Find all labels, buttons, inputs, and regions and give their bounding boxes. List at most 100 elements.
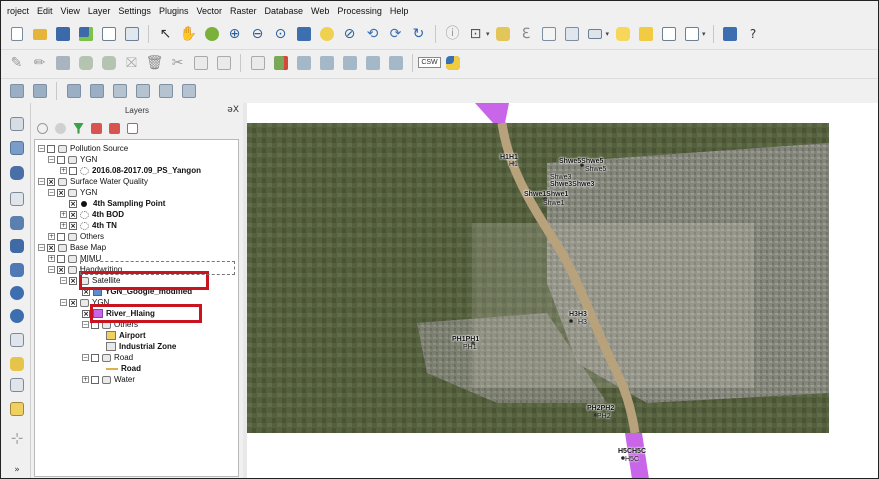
layer-checkbox[interactable]: × (57, 265, 65, 274)
chevron-down-icon[interactable]: ▾ (486, 30, 490, 38)
field-calculator-icon[interactable] (563, 25, 582, 44)
new-project-icon[interactable] (7, 25, 26, 44)
label-tool-icon[interactable] (248, 53, 267, 72)
save-layer-edits-icon[interactable] (53, 53, 72, 72)
menu-layer[interactable]: Layer (84, 6, 115, 16)
chevron-down-icon[interactable]: ▾ (606, 30, 610, 38)
expand-icon[interactable]: + (48, 255, 55, 262)
tree-node-others-1[interactable]: + Others (48, 231, 104, 242)
add-wcs-layer-icon[interactable] (8, 307, 26, 325)
move-feature-icon[interactable] (99, 53, 118, 72)
add-wfs-layer-icon[interactable] (8, 331, 26, 349)
menu-edit[interactable]: Edit (33, 6, 57, 16)
layer-checkbox[interactable]: × (69, 210, 77, 219)
show-hide-labels-icon[interactable] (294, 53, 313, 72)
current-edits-icon[interactable]: ✎ (7, 53, 26, 72)
remove-layer-icon[interactable] (127, 122, 138, 134)
tree-node-ygn-1[interactable]: − YGN (48, 154, 97, 165)
eye-icon[interactable] (37, 122, 48, 134)
zoom-full-icon[interactable] (294, 25, 313, 44)
identify-icon[interactable]: ⓘ (443, 25, 462, 44)
attribute-table-icon[interactable] (540, 25, 559, 44)
layer-checkbox[interactable]: × (82, 309, 90, 318)
local-histogram-icon[interactable] (7, 81, 26, 100)
menu-help[interactable]: Help (386, 6, 413, 16)
layer-checkbox[interactable] (57, 254, 65, 263)
help-contents-icon[interactable] (721, 25, 740, 44)
full-stretch-icon[interactable] (87, 81, 106, 100)
zoom-last-icon[interactable]: ⟲ (363, 25, 382, 44)
add-oracle-layer-icon[interactable] (8, 237, 26, 255)
collapse-icon[interactable]: − (38, 178, 45, 185)
rotate-label-icon[interactable] (340, 53, 359, 72)
map-canvas[interactable]: H1H1 H1 Shwe5Shwe5 Shwe5 Shwe3 Shwe3Shwe… (247, 103, 878, 478)
python-console-icon[interactable] (443, 53, 462, 72)
zoom-layer-icon[interactable]: ⊘ (340, 25, 359, 44)
add-raster-layer-icon[interactable] (8, 139, 26, 157)
add-wms-layer-icon[interactable] (8, 284, 26, 302)
menu-raster[interactable]: Raster (226, 6, 261, 16)
layer-checkbox[interactable] (57, 155, 65, 164)
expand-icon[interactable]: + (82, 376, 89, 383)
tree-node-ygn-2[interactable]: − × YGN (48, 187, 97, 198)
deselect-icon[interactable] (494, 25, 513, 44)
delete-selected-icon[interactable]: 🗑 (145, 53, 164, 72)
zoom-native-icon[interactable]: ⊙ (271, 25, 290, 44)
zoom-selection-icon[interactable] (317, 25, 336, 44)
add-db2-layer-icon[interactable] (8, 261, 26, 279)
zoom-next-icon[interactable]: ⟳ (386, 25, 405, 44)
pan-map-icon[interactable]: ✋ (179, 25, 198, 44)
tree-node-road[interactable]: Road (106, 363, 141, 374)
refresh-icon[interactable]: ↻ (409, 25, 428, 44)
annotation-icon[interactable] (682, 25, 701, 44)
local-stretch-icon[interactable] (64, 81, 83, 100)
label-properties-icon[interactable] (386, 53, 405, 72)
whats-this-icon[interactable]: ? (744, 25, 763, 44)
tree-node-sampling-point[interactable]: × 4th Sampling Point (60, 198, 165, 209)
pan-to-selection-icon[interactable] (202, 25, 221, 44)
tree-node-tn[interactable]: + × 4th TN (60, 220, 117, 231)
layer-checkbox[interactable]: × (69, 298, 77, 307)
node-tool-icon[interactable]: ⛝ (122, 53, 141, 72)
collapse-icon[interactable]: − (82, 354, 89, 361)
full-histogram-icon[interactable] (30, 81, 49, 100)
tree-node-bod[interactable]: + × 4th BOD (60, 209, 124, 220)
layer-checkbox[interactable] (91, 353, 99, 362)
menu-project[interactable]: roject (3, 6, 33, 16)
layer-checkbox[interactable]: × (47, 177, 55, 186)
zoom-in-icon[interactable]: ⊕ (225, 25, 244, 44)
cut-features-icon[interactable]: ✂ (168, 53, 187, 72)
collapse-all-icon[interactable] (109, 122, 120, 134)
expand-icon[interactable]: + (60, 222, 67, 229)
layer-checkbox[interactable]: × (69, 199, 77, 208)
collapse-icon[interactable]: − (48, 189, 55, 196)
collapse-icon[interactable]: − (82, 321, 89, 328)
copy-features-icon[interactable] (191, 53, 210, 72)
new-bookmark-icon[interactable] (636, 25, 655, 44)
menu-web[interactable]: Web (307, 6, 333, 16)
measure-icon[interactable]: ℇ (517, 25, 536, 44)
collapse-icon[interactable]: − (48, 266, 55, 273)
layer-checkbox[interactable] (57, 232, 65, 241)
layer-checkbox[interactable] (69, 166, 77, 175)
print-composer-icon[interactable] (99, 25, 118, 44)
new-spatialite-icon[interactable] (8, 400, 26, 418)
add-delimited-text-icon[interactable] (8, 355, 26, 373)
visibility-menu-icon[interactable] (55, 122, 66, 134)
decrease-contrast-icon[interactable] (179, 81, 198, 100)
expand-icon[interactable]: + (60, 167, 67, 174)
tree-node-surface-water-quality[interactable]: − × Surface Water Quality (38, 176, 148, 187)
layer-checkbox[interactable] (47, 144, 55, 153)
tree-node-ps-layer[interactable]: +2016.08-2017.09_PS_Yangon (60, 165, 201, 176)
statistics-icon[interactable] (586, 25, 605, 44)
expand-icon[interactable]: + (60, 211, 67, 218)
menu-plugins[interactable]: Plugins (155, 6, 193, 16)
new-shapefile-icon[interactable] (8, 376, 26, 394)
paste-features-icon[interactable] (214, 53, 233, 72)
layer-checkbox[interactable]: × (69, 276, 77, 285)
layer-checkbox[interactable] (91, 375, 99, 384)
tree-node-pollution-source[interactable]: − Pollution Source (38, 143, 128, 154)
tree-node-road-group[interactable]: − Road (82, 352, 133, 363)
menu-settings[interactable]: Settings (114, 6, 155, 16)
add-vector-layer-icon[interactable] (8, 115, 26, 133)
